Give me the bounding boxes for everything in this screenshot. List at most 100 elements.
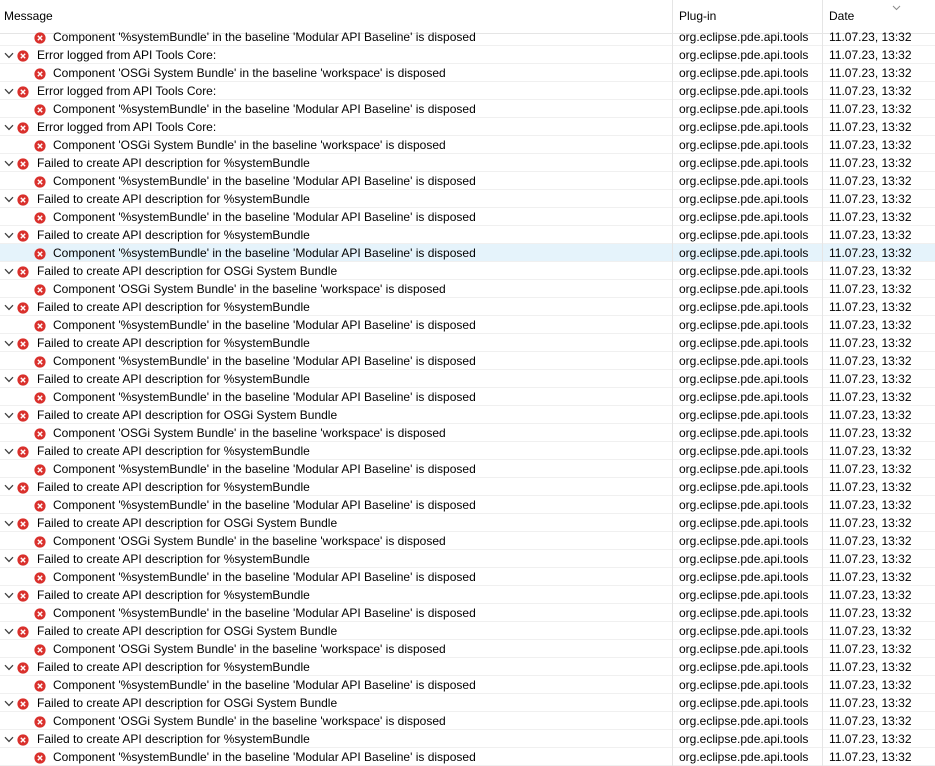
plugin-cell: org.eclipse.pde.api.tools — [672, 550, 822, 568]
error-icon — [34, 607, 46, 620]
table-row[interactable]: Failed to create API description for OSG… — [0, 406, 935, 424]
table-row[interactable]: Component '%systemBundle' in the baselin… — [0, 100, 935, 118]
plugin-cell: org.eclipse.pde.api.tools — [672, 136, 822, 154]
date-cell: 11.07.23, 13:32 — [822, 586, 935, 604]
table-row[interactable]: Error logged from API Tools Core: org.ecl… — [0, 118, 935, 136]
table-row[interactable]: Failed to create API description for %sy… — [0, 658, 935, 676]
error-icon — [17, 121, 29, 134]
table-row[interactable]: Component 'OSGi System Bundle' in the ba… — [0, 424, 935, 442]
table-row[interactable]: Component 'OSGi System Bundle' in the ba… — [0, 64, 935, 82]
message-cell: Component 'OSGi System Bundle' in the ba… — [0, 424, 672, 442]
table-row[interactable]: Component 'OSGi System Bundle' in the ba… — [0, 136, 935, 154]
table-row[interactable]: Failed to create API description for OSG… — [0, 514, 935, 532]
table-row[interactable]: Failed to create API description for %sy… — [0, 334, 935, 352]
message-text: Component '%systemBundle' in the baselin… — [53, 390, 476, 404]
table-row[interactable]: Component '%systemBundle' in the baselin… — [0, 568, 935, 586]
chevron-down-icon[interactable] — [3, 154, 15, 172]
chevron-down-icon[interactable] — [3, 190, 15, 208]
table-row[interactable]: Component '%systemBundle' in the baselin… — [0, 748, 935, 766]
error-icon — [34, 571, 46, 584]
plugin-cell: org.eclipse.pde.api.tools — [672, 334, 822, 352]
message-cell: Component '%systemBundle' in the baselin… — [0, 100, 672, 118]
table-row[interactable]: Failed to create API description for OSG… — [0, 622, 935, 640]
chevron-down-icon[interactable] — [3, 550, 15, 568]
chevron-down-icon[interactable] — [3, 730, 15, 748]
message-cell: Component 'OSGi System Bundle' in the ba… — [0, 712, 672, 730]
table-row[interactable]: Component '%systemBundle' in the baselin… — [0, 496, 935, 514]
table-row[interactable]: Component '%systemBundle' in the baselin… — [0, 676, 935, 694]
chevron-down-icon[interactable] — [3, 658, 15, 676]
table-row[interactable]: Component 'OSGi System Bundle' in the ba… — [0, 640, 935, 658]
chevron-down-icon[interactable] — [3, 82, 15, 100]
chevron-down-icon[interactable] — [3, 586, 15, 604]
message-text: Failed to create API description for %sy… — [37, 444, 310, 458]
table-row[interactable]: Component '%systemBundle' in the baselin… — [0, 28, 935, 46]
plugin-cell: org.eclipse.pde.api.tools — [672, 496, 822, 514]
plugin-cell: org.eclipse.pde.api.tools — [672, 190, 822, 208]
date-cell: 11.07.23, 13:32 — [822, 82, 935, 100]
date-cell: 11.07.23, 13:32 — [822, 352, 935, 370]
chevron-down-icon[interactable] — [3, 514, 15, 532]
table-row[interactable]: Component '%systemBundle' in the baselin… — [0, 208, 935, 226]
message-text: Component '%systemBundle' in the baselin… — [53, 30, 476, 44]
table-row[interactable]: Component '%systemBundle' in the baselin… — [0, 352, 935, 370]
table-row[interactable]: Failed to create API description for OSG… — [0, 694, 935, 712]
message-cell: Failed to create API description for %sy… — [0, 442, 672, 460]
table-row[interactable]: Component '%systemBundle' in the baselin… — [0, 604, 935, 622]
plugin-cell: org.eclipse.pde.api.tools — [672, 118, 822, 136]
date-cell: 11.07.23, 13:32 — [822, 154, 935, 172]
table-row[interactable]: Component '%systemBundle' in the baselin… — [0, 388, 935, 406]
error-icon — [34, 355, 46, 368]
table-row[interactable]: Failed to create API description for %sy… — [0, 730, 935, 748]
chevron-down-icon[interactable] — [3, 118, 15, 136]
plugin-cell: org.eclipse.pde.api.tools — [672, 478, 822, 496]
chevron-down-icon[interactable] — [3, 334, 15, 352]
message-text: Error logged from API Tools Core: — [37, 120, 217, 134]
table-row[interactable]: Error logged from API Tools Core: org.ecl… — [0, 46, 935, 64]
table-row[interactable]: Failed to create API description for %sy… — [0, 550, 935, 568]
chevron-down-icon[interactable] — [3, 622, 15, 640]
message-cell: Failed to create API description for %sy… — [0, 730, 672, 748]
chevron-down-icon[interactable] — [3, 442, 15, 460]
table-row[interactable]: Failed to create API description for %sy… — [0, 226, 935, 244]
chevron-down-icon[interactable] — [3, 370, 15, 388]
table-row[interactable]: Component '%systemBundle' in the baselin… — [0, 460, 935, 478]
table-row[interactable]: Component '%systemBundle' in the baselin… — [0, 172, 935, 190]
column-header-date-label: Date — [829, 9, 855, 23]
date-cell: 11.07.23, 13:32 — [822, 460, 935, 478]
table-row[interactable]: Failed to create API description for %sy… — [0, 298, 935, 316]
message-text: Component 'OSGi System Bundle' in the ba… — [53, 642, 446, 656]
chevron-down-icon[interactable] — [3, 478, 15, 496]
plugin-cell: org.eclipse.pde.api.tools — [672, 100, 822, 118]
table-row[interactable]: Failed to create API description for OSG… — [0, 262, 935, 280]
message-text: Component '%systemBundle' in the baselin… — [53, 354, 476, 368]
table-row[interactable]: Error logged from API Tools Core: org.ecl… — [0, 82, 935, 100]
message-cell: Failed to create API description for %sy… — [0, 370, 672, 388]
error-icon — [17, 49, 29, 62]
chevron-down-icon[interactable] — [3, 262, 15, 280]
chevron-down-icon[interactable] — [3, 226, 15, 244]
plugin-cell: org.eclipse.pde.api.tools — [672, 172, 822, 190]
chevron-down-icon[interactable] — [3, 46, 15, 64]
date-cell: 11.07.23, 13:32 — [822, 676, 935, 694]
chevron-down-icon[interactable] — [3, 694, 15, 712]
table-row[interactable]: Component '%systemBundle' in the baselin… — [0, 244, 935, 262]
chevron-down-icon[interactable] — [3, 298, 15, 316]
table-row[interactable]: Failed to create API description for %sy… — [0, 190, 935, 208]
table-row[interactable]: Failed to create API description for %sy… — [0, 154, 935, 172]
message-cell: Component '%systemBundle' in the baselin… — [0, 28, 672, 46]
table-row[interactable]: Component '%systemBundle' in the baselin… — [0, 316, 935, 334]
table-row[interactable]: Failed to create API description for %sy… — [0, 478, 935, 496]
table-row[interactable]: Failed to create API description for %sy… — [0, 442, 935, 460]
message-cell: Component 'OSGi System Bundle' in the ba… — [0, 532, 672, 550]
date-cell: 11.07.23, 13:32 — [822, 478, 935, 496]
chevron-down-icon[interactable] — [3, 406, 15, 424]
table-row[interactable]: Failed to create API description for %sy… — [0, 586, 935, 604]
table-row[interactable]: Failed to create API description for %sy… — [0, 370, 935, 388]
message-cell: Component 'OSGi System Bundle' in the ba… — [0, 280, 672, 298]
table-row[interactable]: Component 'OSGi System Bundle' in the ba… — [0, 712, 935, 730]
table-row[interactable]: Component 'OSGi System Bundle' in the ba… — [0, 280, 935, 298]
plugin-cell: org.eclipse.pde.api.tools — [672, 532, 822, 550]
table-row[interactable]: Component 'OSGi System Bundle' in the ba… — [0, 532, 935, 550]
date-cell: 11.07.23, 13:32 — [822, 388, 935, 406]
